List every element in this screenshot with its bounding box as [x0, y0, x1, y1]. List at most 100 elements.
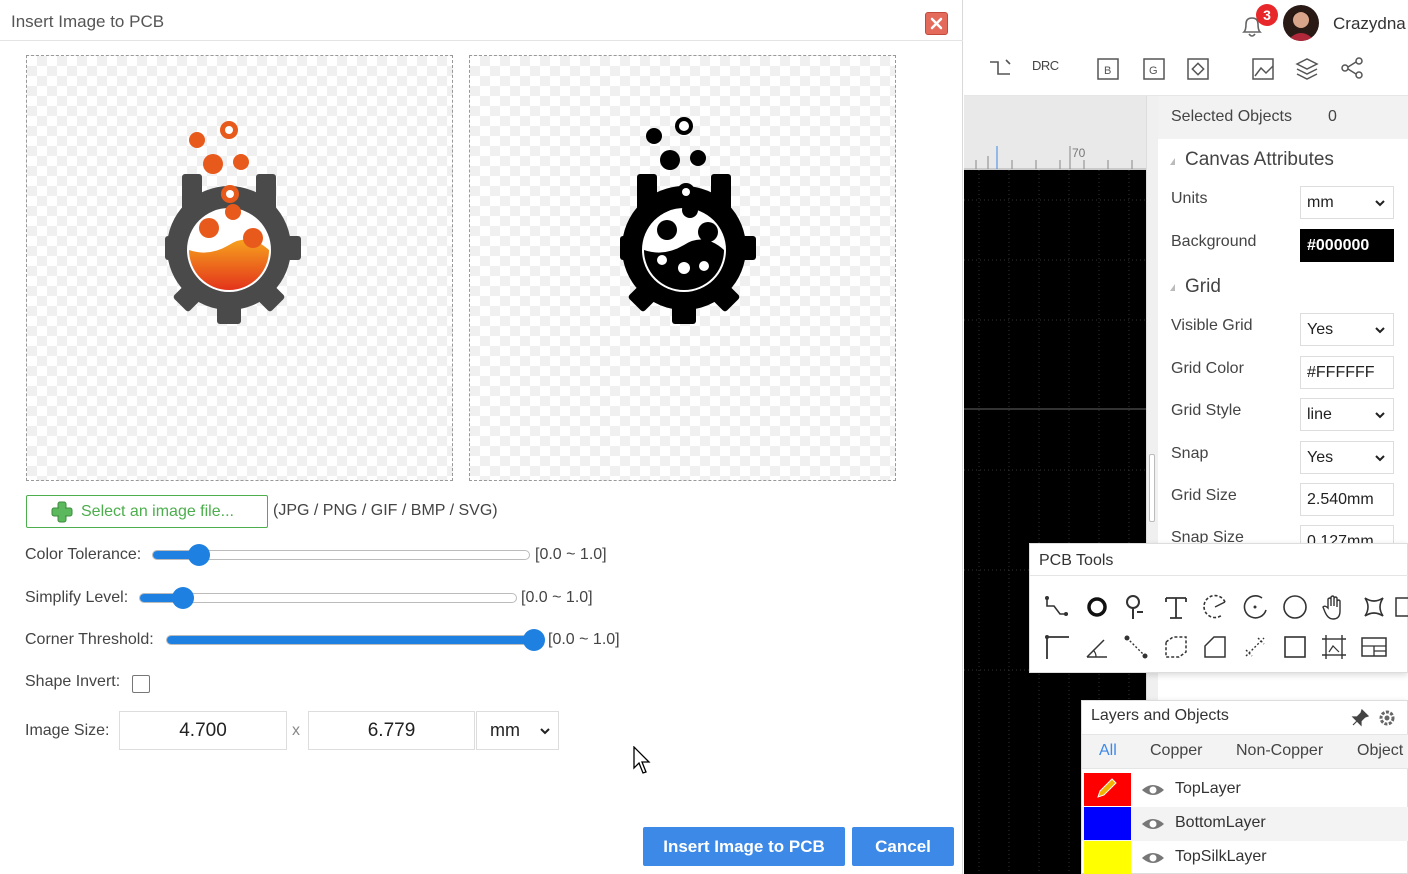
corner-threshold-label: Corner Threshold:	[25, 631, 154, 648]
selected-objects-count: 0	[1328, 108, 1337, 125]
background-color-input[interactable]: #000000	[1300, 229, 1394, 262]
visible-grid-label: Visible Grid	[1171, 317, 1253, 334]
shape-invert-checkbox[interactable]	[132, 675, 150, 693]
tab-copper[interactable]: Copper	[1150, 742, 1202, 760]
layer-color-swatch[interactable]	[1084, 807, 1131, 840]
image-width-input[interactable]: 4.700	[119, 711, 287, 750]
close-icon[interactable]	[925, 12, 948, 35]
layer-color-swatch[interactable]	[1084, 773, 1131, 806]
visible-grid-select[interactable]: Yes	[1300, 313, 1394, 346]
rectangle-icon[interactable]	[1280, 632, 1310, 662]
supported-formats-text: (JPG / PNG / GIF / BMP / SVG)	[273, 502, 498, 519]
edit-icon[interactable]	[1392, 592, 1408, 622]
unit-value: mm	[490, 720, 520, 740]
add-file-icon	[51, 501, 73, 523]
polygon-icon[interactable]	[1200, 632, 1230, 662]
chevron-down-icon	[1375, 412, 1385, 419]
properties-panel: Selected Objects 0 Canvas Attributes Uni…	[1158, 96, 1408, 546]
eye-icon[interactable]	[1141, 782, 1165, 798]
slider-handle[interactable]	[172, 587, 194, 609]
ruler	[964, 96, 1147, 170]
canvas-layout-icon[interactable]	[1359, 632, 1389, 662]
drc-button[interactable]: DRC	[1032, 58, 1059, 73]
eye-icon[interactable]	[1141, 816, 1165, 832]
route-icon[interactable]	[986, 54, 1014, 82]
grid-style-label: Grid Style	[1171, 402, 1242, 419]
image-height-input[interactable]: 6.779	[308, 711, 475, 750]
angle-icon[interactable]	[1082, 632, 1112, 662]
flask-gear-logo-black	[620, 117, 756, 324]
image-unit-select[interactable]: mm	[476, 711, 559, 750]
simplify-level-range: [0.0 ~ 1.0]	[521, 589, 593, 606]
pad-icon[interactable]	[1082, 592, 1112, 622]
connect-pad-icon[interactable]	[1121, 632, 1151, 662]
board-b-icon[interactable]: B	[1094, 54, 1122, 82]
layer-name: TopSilkLayer	[1175, 848, 1267, 865]
image-insert-icon[interactable]	[1319, 632, 1349, 662]
track-icon[interactable]	[1042, 592, 1072, 622]
slider-fill	[167, 636, 543, 644]
copper-area-icon[interactable]	[1359, 592, 1389, 622]
mouse-cursor-icon	[633, 746, 651, 774]
converted-image-preview	[469, 55, 896, 481]
pcb-tools-panel: PCB Tools	[1029, 543, 1408, 673]
notification-badge: 3	[1256, 4, 1278, 26]
layers-objects-panel: Layers and Objects All Copper Non-Copper…	[1081, 700, 1408, 874]
pcb-tools-title: PCB Tools	[1039, 552, 1114, 569]
tab-object[interactable]: Object	[1357, 742, 1403, 760]
gear-icon[interactable]	[1377, 708, 1397, 728]
eye-icon[interactable]	[1141, 850, 1165, 866]
shape-invert-label: Shape Invert:	[25, 673, 121, 690]
pencil-icon	[1097, 778, 1117, 798]
collapse-triangle-icon[interactable]	[1170, 158, 1175, 165]
simplify-level-slider[interactable]	[139, 587, 517, 609]
insert-image-dialog: Insert Image to PCB Select an image file…	[0, 0, 963, 874]
snap-label: Snap	[1171, 445, 1209, 462]
grid-color-input[interactable]: #FFFFFF	[1300, 356, 1394, 389]
collapse-triangle-icon[interactable]	[1170, 284, 1175, 291]
background-label: Background	[1171, 233, 1257, 250]
text-icon[interactable]	[1161, 592, 1191, 622]
circle-icon[interactable]	[1280, 592, 1310, 622]
grid-style-value: line	[1307, 406, 1332, 423]
solid-region-icon[interactable]	[1161, 632, 1191, 662]
grid-size-input[interactable]: 2.540mm	[1300, 483, 1394, 516]
board-outline-icon[interactable]	[1042, 632, 1072, 662]
color-tolerance-slider[interactable]	[152, 544, 530, 566]
select-image-file-button[interactable]: Select an image file...	[26, 495, 268, 528]
units-select[interactable]: mm	[1300, 186, 1394, 219]
grid-color-label: Grid Color	[1171, 360, 1244, 377]
ruler-tick-label: 70	[1072, 146, 1086, 160]
grid-header[interactable]: Grid	[1185, 276, 1221, 298]
layer-row[interactable]: BottomLayer	[1082, 807, 1408, 841]
gerber-g-icon[interactable]: G	[1140, 54, 1168, 82]
hand-icon[interactable]	[1319, 592, 1349, 622]
cancel-button[interactable]: Cancel	[852, 827, 954, 866]
tab-all[interactable]: All	[1099, 742, 1117, 760]
original-image-preview	[26, 55, 453, 481]
arc-icon[interactable]	[1200, 592, 1230, 622]
dimension-icon[interactable]	[1240, 632, 1270, 662]
grid-style-select[interactable]: line	[1300, 398, 1394, 431]
layers-tabs: All Copper Non-Copper Object	[1082, 734, 1408, 769]
slider-handle[interactable]	[188, 544, 210, 566]
slider-handle[interactable]	[523, 629, 545, 651]
layer-row[interactable]: TopLayer	[1082, 773, 1408, 807]
layer-color-swatch[interactable]	[1084, 841, 1131, 874]
layer-row[interactable]: TopSilkLayer	[1082, 841, 1408, 874]
canvas-attributes-header[interactable]: Canvas Attributes	[1185, 149, 1334, 171]
image-icon[interactable]	[1249, 54, 1277, 82]
insert-image-button[interactable]: Insert Image to PCB	[643, 827, 845, 866]
via-icon[interactable]	[1121, 592, 1151, 622]
component-icon[interactable]	[1184, 54, 1212, 82]
pin-icon[interactable]	[1350, 708, 1370, 728]
tab-non-copper[interactable]: Non-Copper	[1236, 742, 1323, 760]
share-icon[interactable]	[1338, 54, 1366, 82]
username[interactable]: Crazydna	[1333, 14, 1406, 34]
corner-threshold-slider[interactable]	[166, 629, 545, 651]
svg-text:B: B	[1104, 65, 1111, 77]
layers-icon[interactable]	[1293, 54, 1321, 82]
snap-select[interactable]: Yes	[1300, 441, 1394, 474]
avatar[interactable]	[1283, 5, 1319, 41]
center-arc-icon[interactable]	[1240, 592, 1270, 622]
